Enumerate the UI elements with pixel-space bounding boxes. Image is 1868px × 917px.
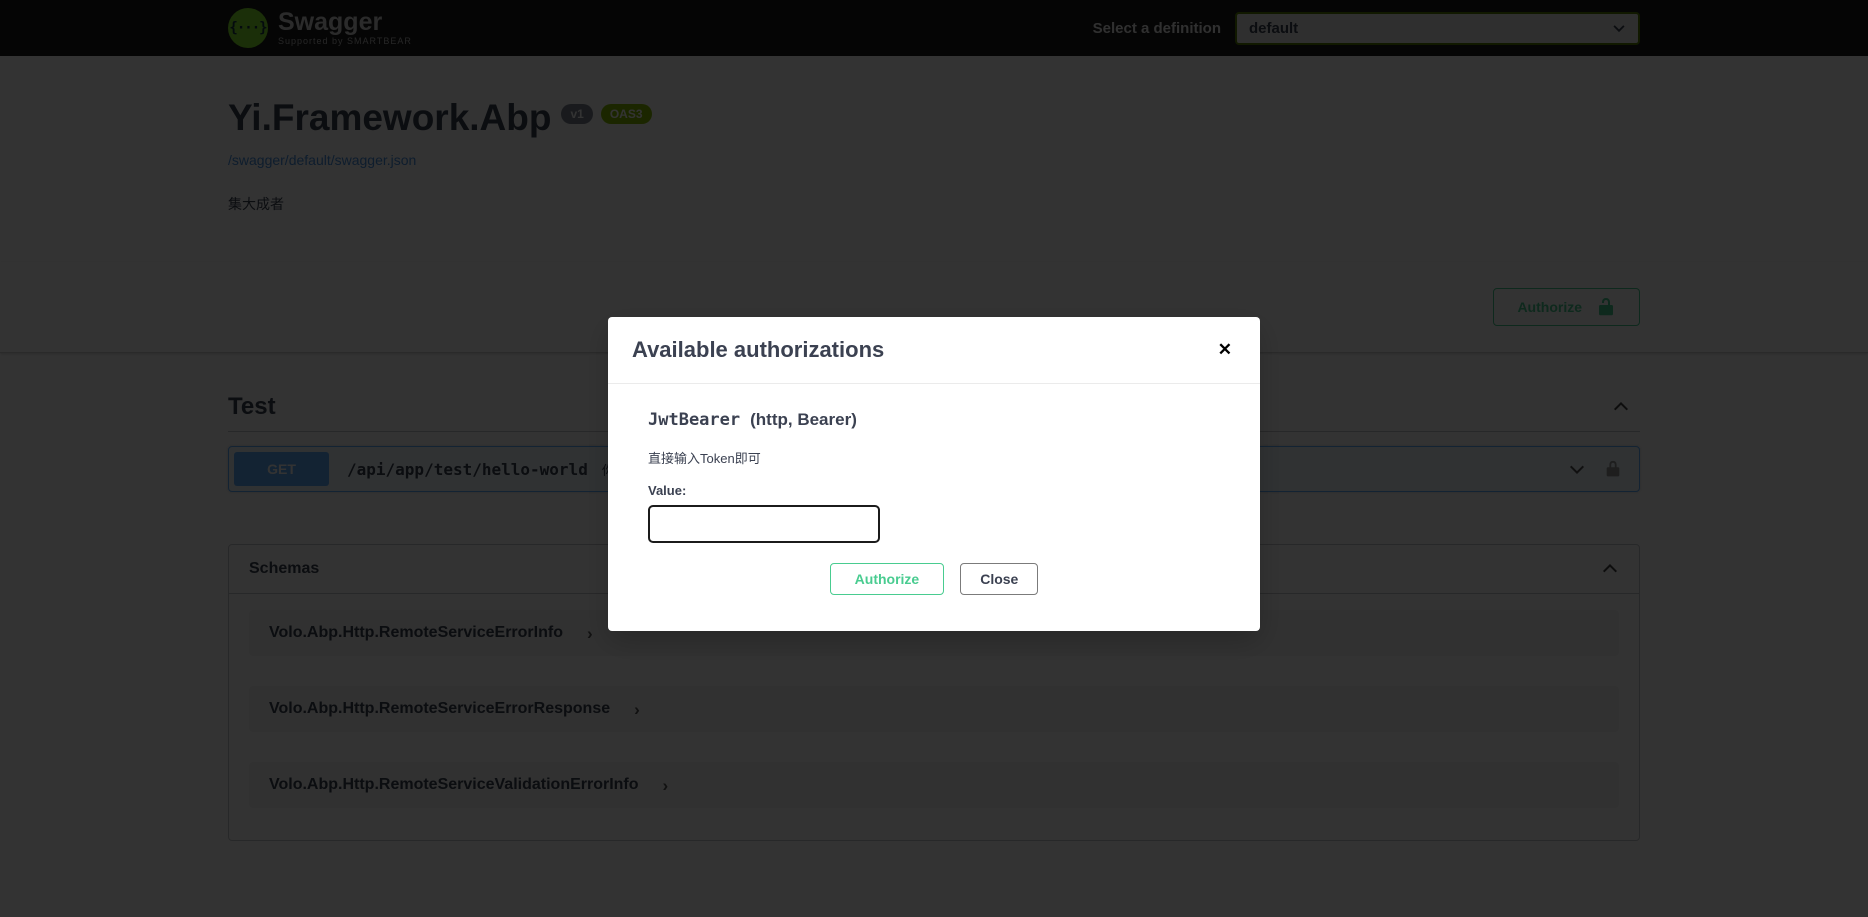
auth-modal: Available authorizations ✕ JwtBearer (ht… xyxy=(608,317,1260,631)
modal-authorize-button[interactable]: Authorize xyxy=(830,563,945,595)
auth-scheme-description: 直接输入Token即可 xyxy=(648,448,1220,467)
token-value-input[interactable] xyxy=(648,505,880,543)
modal-close-button[interactable]: Close xyxy=(960,563,1038,595)
auth-scheme-type: (http, Bearer) xyxy=(750,410,857,430)
auth-modal-body: JwtBearer (http, Bearer) 直接输入Token即可 Val… xyxy=(608,384,1260,631)
auth-scheme-name: JwtBearer xyxy=(648,410,740,430)
auth-modal-actions: Authorize Close xyxy=(648,563,1220,595)
auth-modal-header: Available authorizations ✕ xyxy=(608,317,1260,384)
value-label: Value: xyxy=(648,483,1220,498)
close-icon[interactable]: ✕ xyxy=(1214,340,1236,360)
auth-modal-title: Available authorizations xyxy=(632,337,884,363)
